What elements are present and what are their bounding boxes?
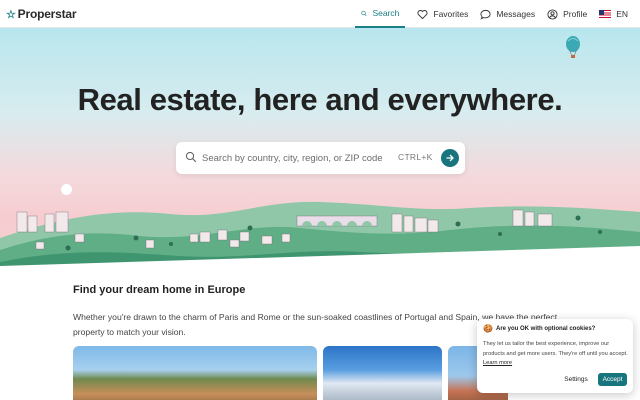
nav-profile-label: Profile — [563, 9, 588, 19]
cookie-consent-banner: 🍪 Are you OK with optional cookies? They… — [477, 319, 633, 393]
language-selector[interactable]: EN — [593, 0, 634, 28]
landscape-illustration — [0, 201, 640, 268]
nav-favorites-label: Favorites — [433, 9, 469, 19]
top-navbar: ☆ Properstar Search Favorites Messages P… — [0, 0, 640, 28]
search-icon — [185, 151, 197, 163]
profile-icon — [547, 8, 558, 20]
location-search-box[interactable]: CTRL+K — [176, 142, 465, 174]
heart-icon — [417, 9, 428, 19]
hero-title: Real estate, here and everywhere. — [77, 82, 563, 117]
language-label: EN — [616, 9, 628, 19]
nav-profile[interactable]: Profile — [541, 0, 593, 28]
cookie-title: Are you OK with optional cookies? — [496, 326, 596, 332]
us-flag-icon — [599, 10, 612, 18]
search-submit-button[interactable] — [441, 149, 459, 167]
location-search-input[interactable] — [202, 150, 392, 166]
nav-search-label: Search — [372, 8, 400, 18]
cookie-body: They let us tailor the best experience, … — [483, 340, 629, 369]
learn-more-link[interactable]: Learn more — [483, 360, 512, 366]
cookie-text: They let us tailor the best experience, … — [483, 341, 628, 357]
cookie-accept-button[interactable]: Accept — [598, 373, 627, 386]
nav-messages[interactable]: Messages — [474, 0, 541, 28]
properstar-logo[interactable]: ☆ Properstar — [6, 7, 77, 21]
brand-name: Properstar — [17, 7, 77, 21]
nav-messages-label: Messages — [496, 9, 536, 19]
hot-air-balloon-icon — [566, 36, 580, 58]
section-title: Find your dream home in Europe — [73, 284, 246, 296]
cookie-settings-button[interactable]: Settings — [560, 373, 592, 386]
arrow-right-icon — [446, 154, 454, 162]
nav-search[interactable]: Search — [355, 0, 406, 28]
chat-bubble-icon — [480, 9, 491, 20]
destination-card[interactable] — [73, 346, 317, 400]
star-logo-icon: ☆ — [6, 8, 16, 21]
keyboard-shortcut-hint: CTRL+K — [398, 152, 433, 162]
main-nav: Search Favorites Messages Profile EN — [355, 0, 640, 28]
search-icon — [361, 10, 368, 16]
hero-section: Real estate, here and everywhere. CTRL+K — [0, 28, 640, 268]
nav-favorites[interactable]: Favorites — [411, 0, 474, 28]
cookie-icon: 🍪 — [483, 324, 493, 333]
destination-card[interactable] — [323, 346, 442, 400]
